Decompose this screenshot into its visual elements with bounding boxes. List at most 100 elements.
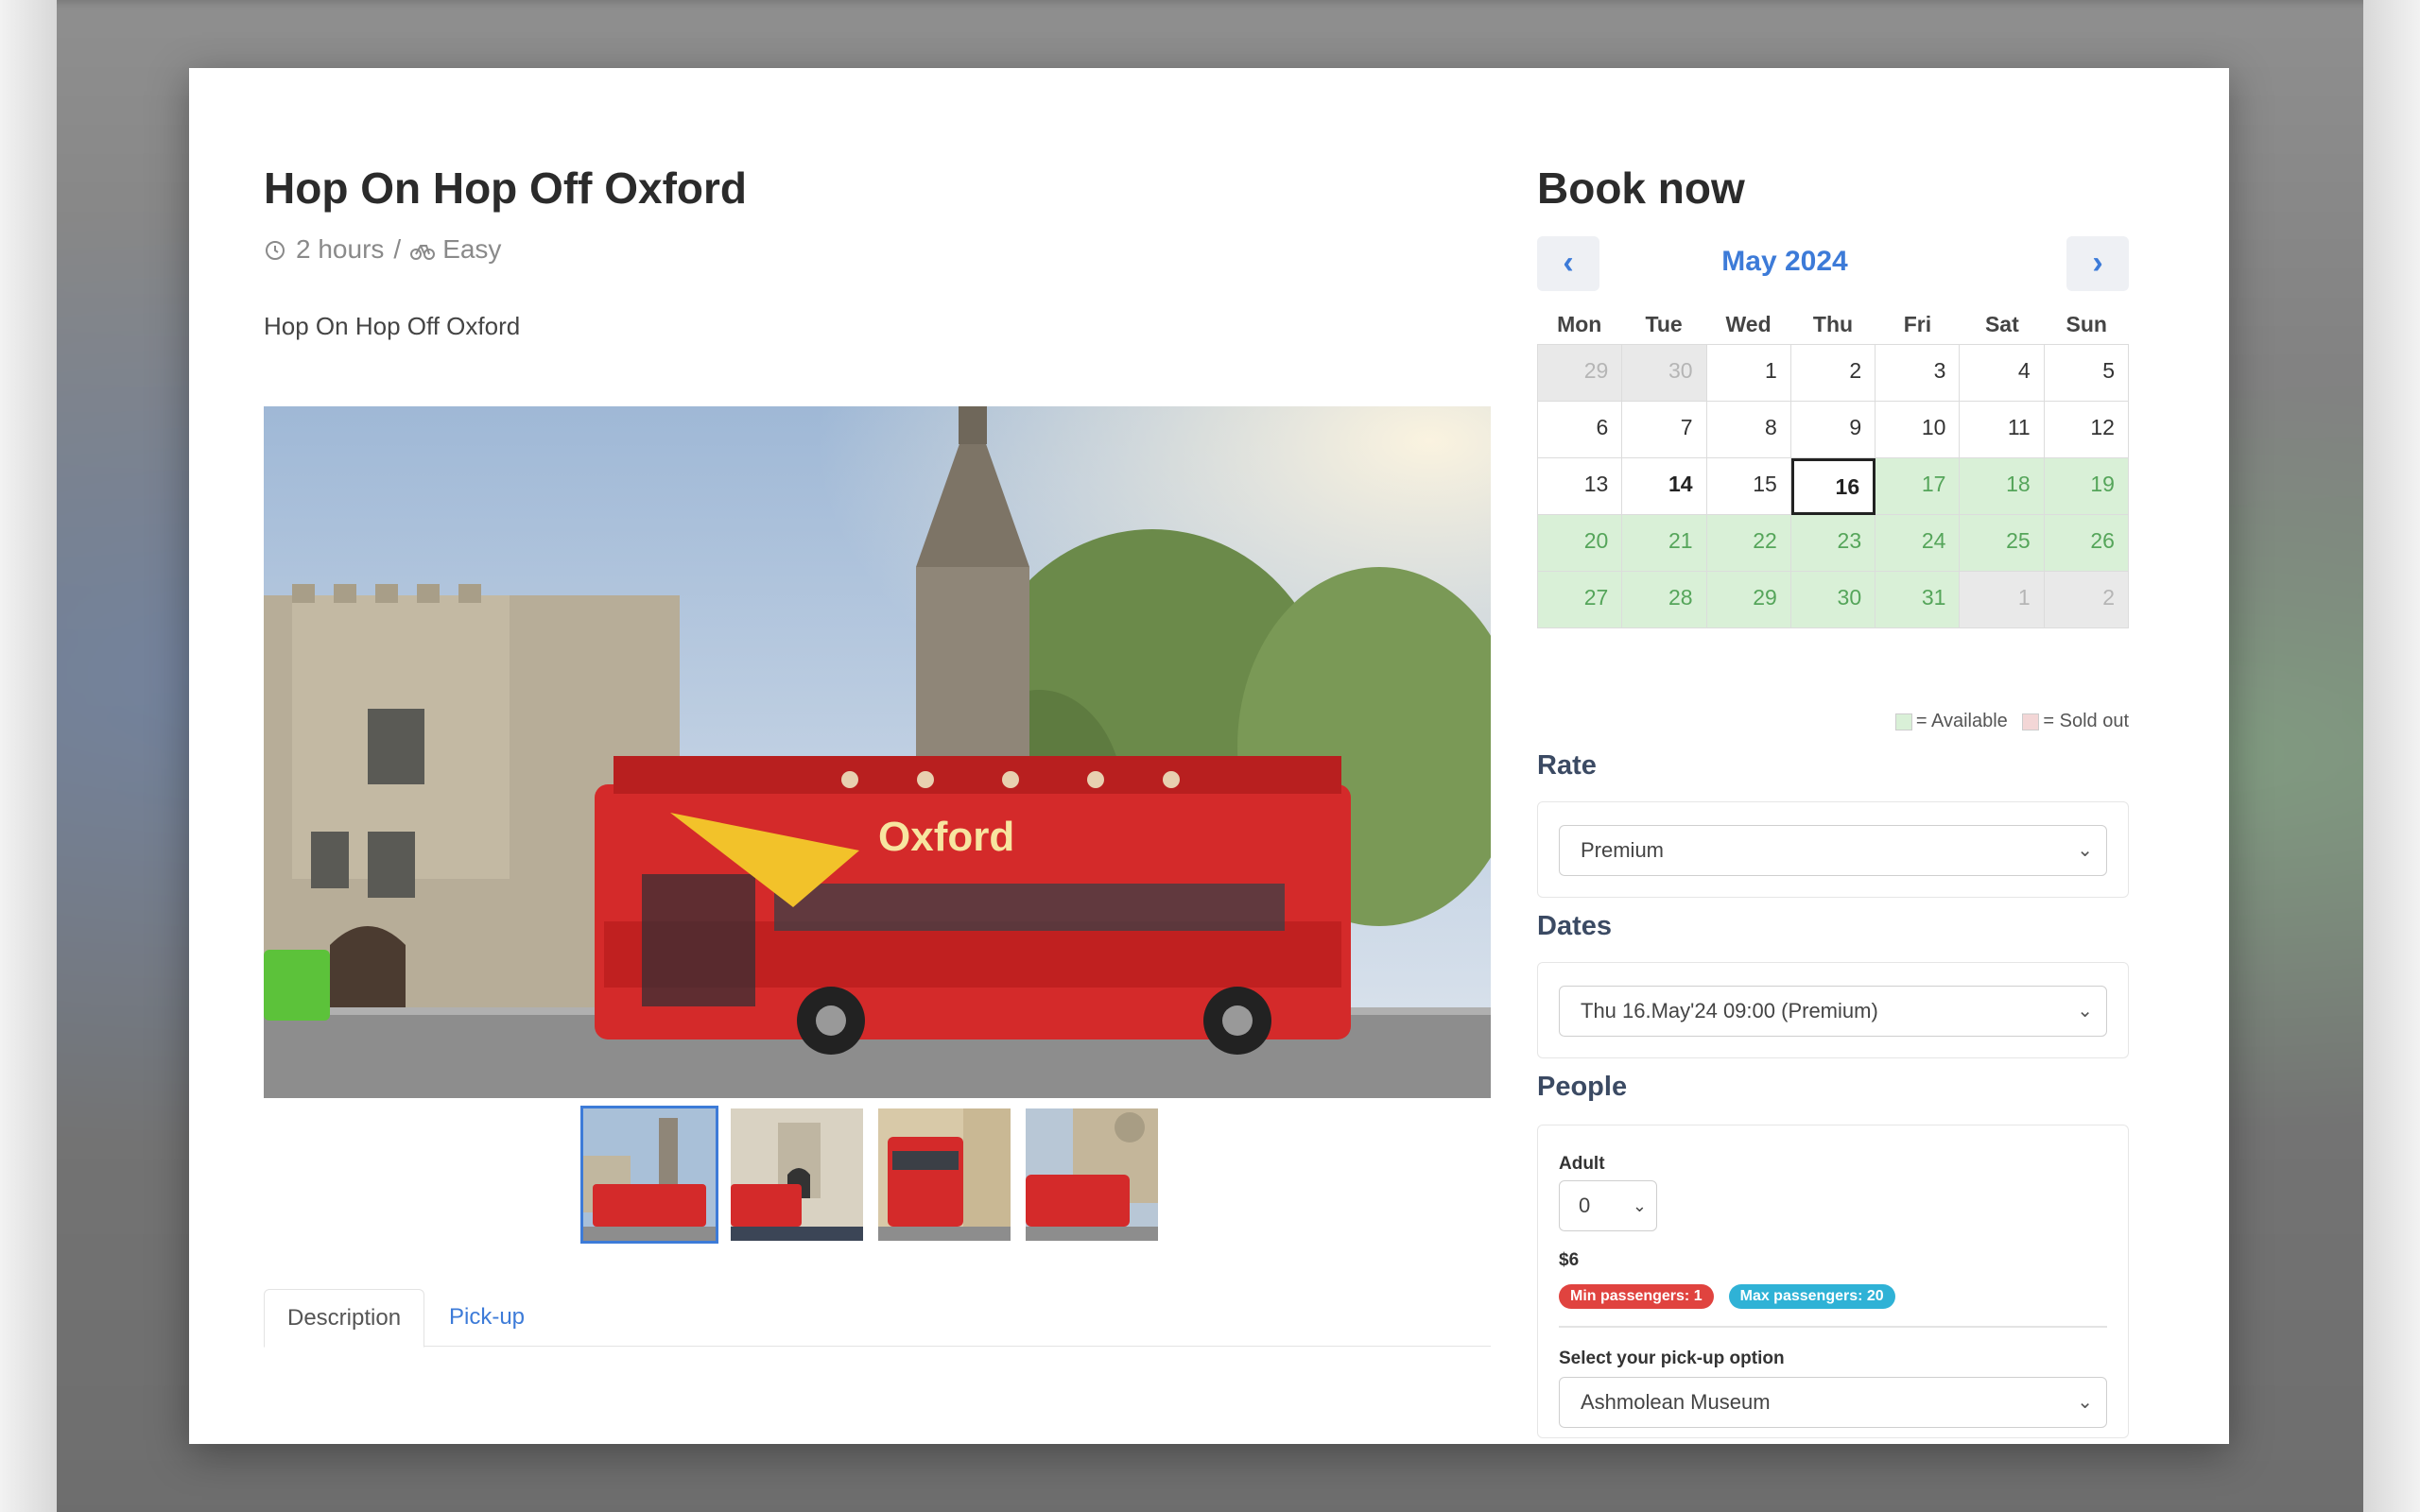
main-tour-photo: Oxford — [264, 406, 1491, 1098]
calendar-grid: 29 30 1 2 3 4 5 6 7 8 9 10 11 12 13 14 15 16 17 18 19 20 21 22 2… — [1537, 344, 2129, 628]
pickup-select[interactable]: Ashmolean Museum ⌄ — [1559, 1377, 2107, 1428]
meta-separator: / — [393, 234, 402, 264]
dates-label: Dates — [1537, 911, 1612, 941]
calendar-day[interactable]: 1 — [1706, 345, 1791, 402]
tour-title: Hop On Hop Off Oxford — [264, 163, 748, 213]
calendar-day[interactable]: 9 — [1790, 402, 1876, 458]
available-swatch — [1894, 713, 1912, 730]
calendar-day[interactable]: 8 — [1706, 402, 1791, 458]
rate-label: Rate — [1537, 750, 1597, 781]
calendar-day[interactable]: 23 — [1790, 515, 1876, 572]
weekday-header: Mon Tue Wed Thu Fri Sat Sun — [1537, 304, 2129, 344]
calendar-day[interactable]: 10 — [1876, 402, 1961, 458]
thumbnail-1[interactable] — [580, 1106, 718, 1244]
calendar-month: May 2024 — [1721, 246, 1848, 277]
tab-description[interactable]: Description — [264, 1289, 425, 1348]
tour-booking-modal: Hop On Hop Off Oxford 2 hours / Easy Hop… — [189, 68, 2229, 1444]
divider — [1559, 1326, 2107, 1328]
prev-month-button[interactable]: ‹ — [1537, 236, 1599, 291]
dates-select-value: Thu 16.May'24 09:00 (Premium) — [1581, 999, 1878, 1022]
adult-quantity-select[interactable]: 0 ⌄ — [1559, 1180, 1657, 1231]
calendar-legend: = Available = Sold out — [1656, 711, 2129, 732]
weekday-wed: Wed — [1725, 312, 1772, 336]
calendar-day[interactable]: 4 — [1960, 345, 2045, 402]
calendar-day: 1 — [1960, 572, 2045, 628]
calendar-day: 30 — [1622, 345, 1707, 402]
photo-thumbnails — [580, 1106, 1161, 1244]
rate-box: Premium ⌄ — [1537, 801, 2129, 898]
weekday-sun: Sun — [2066, 312, 2107, 336]
calendar-day[interactable]: 11 — [1960, 402, 2045, 458]
chevron-left-icon: ‹ — [1563, 245, 1574, 281]
calendar-day[interactable]: 2 — [1790, 345, 1876, 402]
legend-available: = Available — [1915, 711, 2008, 731]
chevron-down-icon: ⌄ — [2077, 840, 2093, 861]
calendar-day[interactable]: 29 — [1706, 572, 1791, 628]
calendar-day[interactable]: 7 — [1622, 402, 1707, 458]
calendar-day[interactable]: 26 — [2044, 515, 2129, 572]
passenger-badges: Min passengers: 1 Max passengers: 20 — [1559, 1284, 1895, 1309]
legend-sold-out: = Sold out — [2043, 711, 2129, 731]
calendar-day[interactable]: 13 — [1538, 458, 1623, 515]
adult-price: $6 — [1559, 1250, 1580, 1270]
calendar-day[interactable]: 25 — [1960, 515, 2045, 572]
calendar-day[interactable]: 15 — [1706, 458, 1791, 515]
calendar-day[interactable]: 20 — [1538, 515, 1623, 572]
calendar-day[interactable]: 28 — [1622, 572, 1707, 628]
tour-meta: 2 hours / Easy — [264, 234, 501, 265]
dates-box: Thu 16.May'24 09:00 (Premium) ⌄ — [1537, 962, 2129, 1058]
calendar-day[interactable]: 21 — [1622, 515, 1707, 572]
thumbnail-4[interactable] — [1023, 1106, 1161, 1244]
calendar-day[interactable]: 22 — [1706, 515, 1791, 572]
calendar-day[interactable]: 14 — [1622, 458, 1707, 515]
calendar-day[interactable]: 18 — [1960, 458, 2045, 515]
book-now-title: Book now — [1537, 163, 1745, 213]
weekday-tue: Tue — [1645, 312, 1683, 336]
rate-select[interactable]: Premium ⌄ — [1559, 825, 2107, 876]
background-edge-left — [0, 0, 57, 1512]
pickup-select-value: Ashmolean Museum — [1581, 1390, 1771, 1414]
clock-icon — [264, 238, 286, 261]
calendar-day[interactable]: 27 — [1538, 572, 1623, 628]
dates-select[interactable]: Thu 16.May'24 09:00 (Premium) ⌄ — [1559, 986, 2107, 1037]
weekday-sat: Sat — [1984, 312, 2019, 336]
calendar-day: 2 — [2044, 572, 2129, 628]
calendar-day[interactable]: 17 — [1876, 458, 1961, 515]
tour-duration: 2 hours — [296, 234, 385, 264]
calendar-day[interactable]: 16 — [1790, 458, 1876, 515]
booking-calendar: Mon Tue Wed Thu Fri Sat Sun 29 30 1 2 3 4 5 6 7 8… — [1537, 304, 2129, 628]
chevron-right-icon: › — [2092, 245, 2103, 281]
chevron-down-icon: ⌄ — [1632, 1196, 1647, 1215]
people-label: People — [1537, 1072, 1628, 1102]
calendar-day[interactable]: 12 — [2044, 402, 2129, 458]
thumbnail-3[interactable] — [875, 1106, 1013, 1244]
calendar-day[interactable]: 31 — [1876, 572, 1961, 628]
tour-short-description: Hop On Hop Off Oxford — [264, 312, 521, 340]
thumbnail-2[interactable] — [728, 1106, 866, 1244]
chevron-down-icon: ⌄ — [2077, 1392, 2093, 1413]
people-box: Adult 0 ⌄ $6 Min passengers: 1 Max passe… — [1537, 1125, 2129, 1438]
pickup-label: Select your pick-up option — [1559, 1349, 1785, 1368]
background-edge-right — [2363, 0, 2420, 1512]
rate-select-value: Premium — [1581, 838, 1665, 862]
max-passengers-badge: Max passengers: 20 — [1728, 1284, 1895, 1309]
calendar-day[interactable]: 3 — [1876, 345, 1961, 402]
tab-pick-up[interactable]: Pick-up — [426, 1289, 547, 1346]
calendar-day[interactable]: 5 — [2044, 345, 2129, 402]
min-passengers-badge: Min passengers: 1 — [1559, 1284, 1714, 1309]
weekday-thu: Thu — [1812, 312, 1854, 336]
weekday-fri: Fri — [1903, 312, 1932, 336]
svg-text:Oxford: Oxford — [878, 814, 1014, 860]
tour-tabs: Description Pick-up — [264, 1289, 1491, 1348]
weekday-mon: Mon — [1557, 312, 1602, 336]
sold-out-swatch — [2022, 713, 2040, 730]
calendar-day[interactable]: 30 — [1790, 572, 1876, 628]
next-month-button[interactable]: › — [2066, 236, 2129, 291]
bike-icon — [410, 238, 436, 261]
calendar-day[interactable]: 24 — [1876, 515, 1961, 572]
calendar-day: 29 — [1538, 345, 1623, 402]
tour-difficulty: Easy — [442, 234, 502, 264]
calendar-day[interactable]: 19 — [2044, 458, 2129, 515]
chevron-down-icon: ⌄ — [2077, 1001, 2093, 1022]
calendar-day[interactable]: 6 — [1538, 402, 1623, 458]
